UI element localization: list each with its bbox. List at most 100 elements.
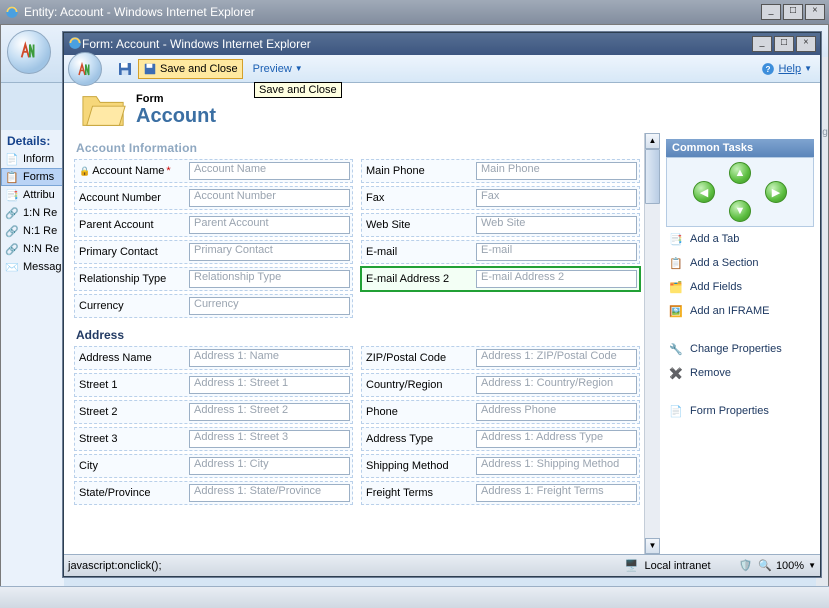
form-field-row[interactable]: Freight TermsAddress 1: Freight Terms [361, 481, 640, 505]
field-placeholder-box[interactable]: Web Site [476, 216, 637, 234]
field-label: ZIP/Postal Code [364, 352, 476, 364]
outer-close-button[interactable]: × [805, 4, 825, 20]
field-placeholder-box[interactable]: Fax [476, 189, 637, 207]
form-field-row[interactable]: Shipping MethodAddress 1: Shipping Metho… [361, 454, 640, 478]
field-placeholder-box[interactable]: Address 1: Shipping Method [476, 457, 637, 475]
field-placeholder-box[interactable]: Account Name [189, 162, 350, 180]
inner-maximize-button[interactable]: □ [774, 36, 794, 52]
inner-close-button[interactable]: × [796, 36, 816, 52]
field-placeholder-box[interactable]: E-mail [476, 243, 637, 261]
common-tasks-panel: Common Tasks ▲ ▼ ◀ ▶ 📑Add a Tab📋Add a Se… [660, 133, 820, 554]
scroll-down-button[interactable]: ▼ [645, 538, 660, 554]
field-placeholder-box[interactable]: Address 1: Street 1 [189, 376, 350, 394]
field-placeholder-box[interactable]: Account Number [189, 189, 350, 207]
field-placeholder-box[interactable]: Address 1: State/Province [189, 484, 350, 502]
help-icon: ? [761, 62, 775, 76]
field-placeholder-box[interactable]: Address 1: City [189, 457, 350, 475]
form-field-row[interactable]: E-mailE-mail [361, 240, 640, 264]
form-field-row[interactable]: Main PhoneMain Phone [361, 159, 640, 183]
detail-item-1n-relations[interactable]: 🔗1:N Re [1, 204, 64, 222]
outer-maximize-button[interactable]: □ [783, 4, 803, 20]
form-canvas[interactable]: Account Information 🔒Account Name *Accou… [64, 133, 644, 554]
relation-icon: 🔗 [5, 224, 19, 238]
inner-orb-button[interactable] [68, 52, 102, 86]
help-link[interactable]: ? Help▼ [761, 62, 812, 76]
form-field-row[interactable]: Web SiteWeb Site [361, 213, 640, 237]
form-field-row[interactable]: 🔒Account Name *Account Name [74, 159, 353, 183]
zoom-control[interactable]: 🔍 100% ▼ [758, 559, 816, 572]
outer-window-titlebar[interactable]: Entity: Account - Windows Internet Explo… [0, 0, 829, 24]
common-task-item[interactable]: 📋Add a Section [666, 251, 814, 275]
common-task-item[interactable]: 🗂️Add Fields [666, 275, 814, 299]
form-field-row[interactable]: Street 1Address 1: Street 1 [74, 373, 353, 397]
field-placeholder-box[interactable]: Address 1: ZIP/Postal Code [476, 349, 637, 367]
form-field-row[interactable]: PhoneAddress Phone [361, 400, 640, 424]
field-placeholder-box[interactable]: Address 1: Street 3 [189, 430, 350, 448]
common-task-item[interactable]: 📑Add a Tab [666, 227, 814, 251]
field-placeholder-box[interactable]: Address 1: Address Type [476, 430, 637, 448]
move-left-button[interactable]: ◀ [693, 181, 715, 203]
field-placeholder-box[interactable]: Main Phone [476, 162, 637, 180]
field-placeholder-box[interactable]: Relationship Type [189, 270, 350, 288]
form-field-row[interactable]: State/ProvinceAddress 1: State/Province [74, 481, 353, 505]
form-field-row[interactable]: Street 3Address 1: Street 3 [74, 427, 353, 451]
detail-item-nn-relations[interactable]: 🔗N:N Re [1, 240, 64, 258]
folder-icon [80, 89, 128, 131]
preview-button[interactable]: Preview▼ [253, 63, 303, 75]
field-label: Currency [77, 300, 189, 312]
move-right-button[interactable]: ▶ [765, 181, 787, 203]
inner-minimize-button[interactable]: _ [752, 36, 772, 52]
detail-item-attributes[interactable]: 📑Attribu [1, 186, 64, 204]
form-field-row[interactable]: E-mail Address 2E-mail Address 2 [361, 267, 640, 291]
field-placeholder-box[interactable]: E-mail Address 2 [476, 270, 637, 288]
task-icon: 🔧 [668, 341, 684, 357]
scroll-thumb[interactable] [645, 149, 660, 204]
ie-icon [68, 36, 82, 53]
save-and-close-tooltip: Save and Close [254, 82, 342, 98]
scroll-up-button[interactable]: ▲ [645, 133, 660, 149]
outer-minimize-button[interactable]: _ [761, 4, 781, 20]
field-placeholder-box[interactable]: Parent Account [189, 216, 350, 234]
form-field-row[interactable]: Account NumberAccount Number [74, 186, 353, 210]
field-placeholder-box[interactable]: Primary Contact [189, 243, 350, 261]
detail-item-messages[interactable]: ✉️Messag [1, 258, 64, 276]
detail-item-information[interactable]: 📄Inform [1, 150, 64, 168]
field-placeholder-box[interactable]: Address 1: Name [189, 349, 350, 367]
form-field-row[interactable]: Primary ContactPrimary Contact [74, 240, 353, 264]
field-placeholder-box[interactable]: Address Phone [476, 403, 637, 421]
form-field-row[interactable]: CurrencyCurrency [74, 294, 353, 318]
inner-window-titlebar[interactable]: Form: Account - Windows Internet Explore… [64, 33, 820, 55]
scroll-track[interactable] [645, 204, 660, 538]
zone-icon: 🖥️ [625, 559, 639, 572]
form-field-row[interactable]: Country/RegionAddress 1: Country/Region [361, 373, 640, 397]
detail-item-forms[interactable]: 📋Forms [1, 168, 64, 186]
field-label: City [77, 460, 189, 472]
form-field-row[interactable]: Relationship TypeRelationship Type [74, 267, 353, 291]
form-field-row[interactable]: Street 2Address 1: Street 2 [74, 400, 353, 424]
field-label: Main Phone [364, 165, 476, 177]
form-field-row[interactable]: ZIP/Postal CodeAddress 1: ZIP/Postal Cod… [361, 346, 640, 370]
common-task-item[interactable]: 📄Form Properties [666, 399, 814, 423]
field-placeholder-box[interactable]: Address 1: Street 2 [189, 403, 350, 421]
form-field-row[interactable]: CityAddress 1: City [74, 454, 353, 478]
save-icon[interactable] [116, 60, 134, 78]
form-field-row[interactable]: FaxFax [361, 186, 640, 210]
common-task-item[interactable]: 🔧Change Properties [666, 337, 814, 361]
move-down-button[interactable]: ▼ [729, 200, 751, 222]
inner-window-title: Form: Account - Windows Internet Explore… [82, 37, 311, 51]
form-field-row[interactable]: Address NameAddress 1: Name [74, 346, 353, 370]
common-task-item[interactable]: ✖️Remove [666, 361, 814, 385]
form-field-row[interactable]: Address TypeAddress 1: Address Type [361, 427, 640, 451]
protected-mode-icon[interactable]: 🛡️ [739, 559, 753, 572]
vertical-scrollbar[interactable]: ▲ ▼ [644, 133, 660, 554]
field-placeholder-box[interactable]: Address 1: Country/Region [476, 376, 637, 394]
common-task-item[interactable]: 🖼️Add an IFRAME [666, 299, 814, 323]
detail-item-n1-relations[interactable]: 🔗N:1 Re [1, 222, 64, 240]
field-placeholder-box[interactable]: Currency [189, 297, 350, 315]
outer-orb-button[interactable] [7, 30, 51, 74]
move-up-button[interactable]: ▲ [729, 162, 751, 184]
form-field-row[interactable]: Parent AccountParent Account [74, 213, 353, 237]
save-and-close-button[interactable]: Save and Close [138, 59, 243, 79]
chevron-down-icon: ▼ [295, 64, 303, 73]
field-placeholder-box[interactable]: Address 1: Freight Terms [476, 484, 637, 502]
